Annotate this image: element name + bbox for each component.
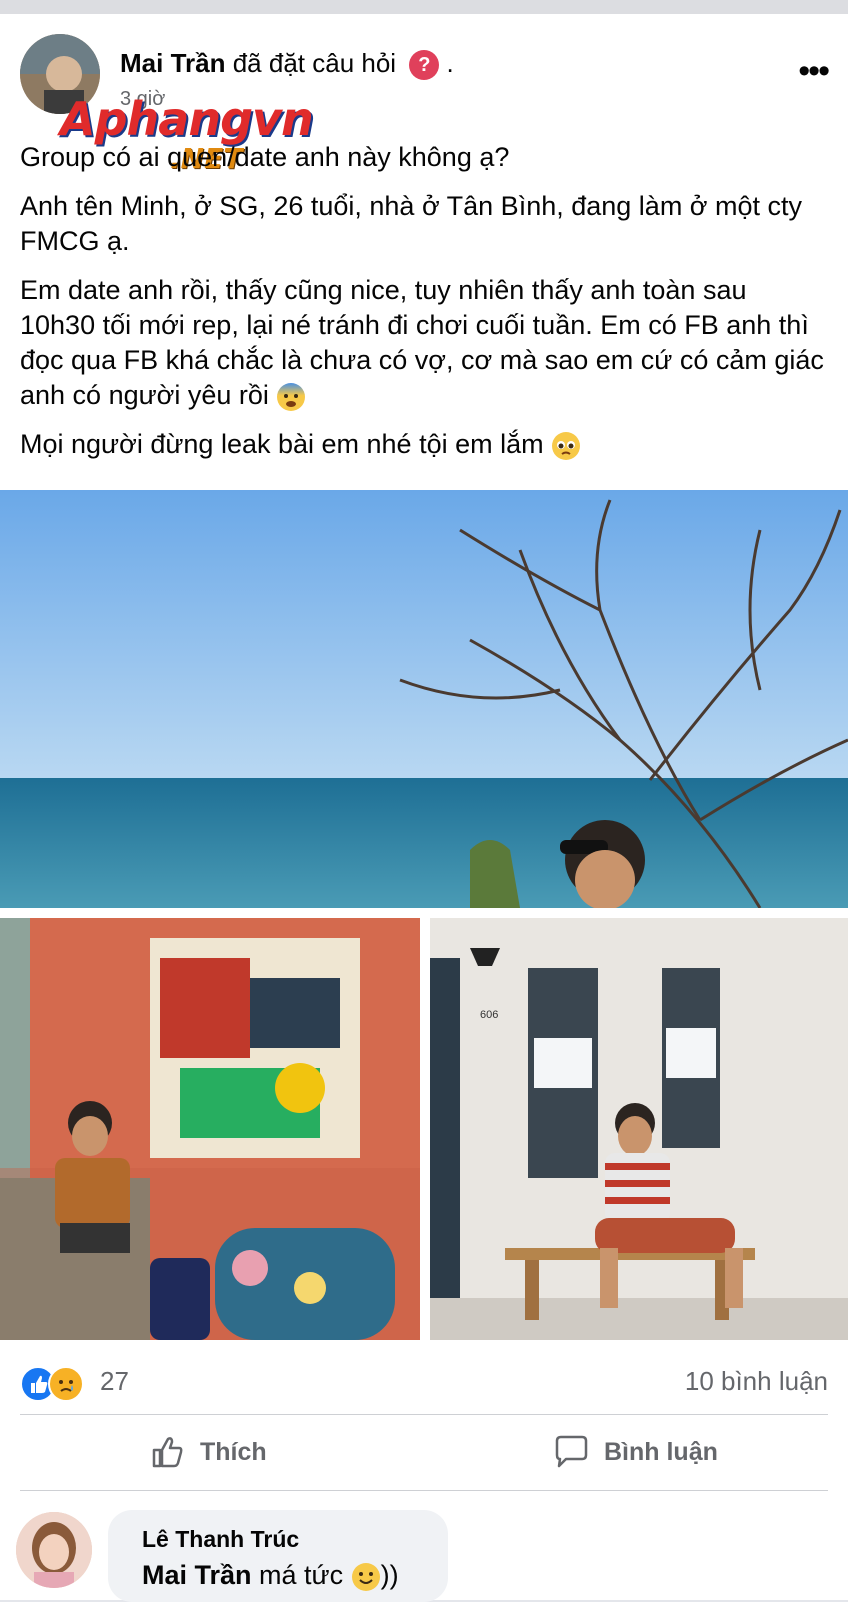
comment-mention[interactable]: Mai Trần: [142, 1560, 252, 1590]
post-paragraph-3: Em date anh rồi, thấy cũng nice, tuy nhi…: [20, 273, 828, 413]
red-room-photo-image: [0, 918, 420, 1340]
sad-icon: [48, 1366, 84, 1402]
facebook-post-screen: Mai Trần đã đặt câu hỏi ? . 3 giờ ••• Ap…: [0, 0, 848, 1602]
question-badge-icon: ?: [409, 50, 440, 81]
watermark-line1: Aphangvn: [60, 92, 314, 146]
sea-photo-image: [0, 490, 848, 908]
photo-red-room[interactable]: [0, 918, 420, 1340]
door-number: 606: [480, 1009, 498, 1021]
post-paragraph-1: Group có ai quen/date anh này không ạ?: [20, 142, 510, 172]
more-options-icon[interactable]: •••: [798, 52, 830, 91]
comment-body: má tức: [259, 1560, 344, 1590]
watermark-logo: Aphangvn .NET: [60, 92, 314, 175]
post-actions: Thích Bình luận: [0, 1416, 848, 1488]
commenter-avatar-image: [16, 1512, 92, 1588]
comment-label: Bình luận: [604, 1437, 718, 1466]
comment-bubble-icon: [555, 1435, 588, 1468]
divider-bottom: [20, 1490, 828, 1491]
comment-item: Lê Thanh Trúc Mai Trần má tức )): [16, 1510, 836, 1602]
comment-suffix: )): [380, 1560, 399, 1590]
post-paragraph-3-text: Em date anh rồi, thấy cũng nice, tuy nhi…: [20, 275, 824, 410]
commenter-avatar[interactable]: [16, 1512, 92, 1588]
thumbs-up-icon: [152, 1437, 183, 1468]
like-label: Thích: [200, 1437, 267, 1466]
photo-grid: 606: [0, 490, 848, 1340]
photo-bench[interactable]: 606: [430, 918, 848, 1340]
comment-button[interactable]: Bình luận: [552, 1416, 718, 1488]
post-paragraph-4: Mọi người đừng leak bài em nhé tội em lắ…: [20, 427, 828, 462]
pleading-face-emoji-icon: [551, 431, 581, 461]
reaction-icons[interactable]: [20, 1366, 90, 1402]
post-header: Mai Trần đã đặt câu hỏi ? . 3 giờ ••• Ap…: [20, 34, 830, 175]
photo-sea-tree[interactable]: [0, 490, 848, 908]
comment-text: Mai Trần má tức )): [142, 1560, 399, 1592]
smiley-emoji-icon: [351, 1562, 381, 1592]
commenter-name[interactable]: Lê Thanh Trúc: [142, 1526, 299, 1553]
divider-top: [20, 1414, 828, 1415]
post-paragraph-2: Anh tên Minh, ở SG, 26 tuổi, nhà ở Tân B…: [20, 191, 803, 256]
anxious-sweat-emoji-icon: [276, 382, 306, 412]
author-name[interactable]: Mai Trần: [120, 48, 225, 78]
trailing-dot: .: [446, 48, 454, 78]
post-content: Group có ai quen/date anh này không ạ? A…: [20, 140, 828, 476]
comment-bubble[interactable]: Lê Thanh Trúc Mai Trần má tức )): [108, 1510, 448, 1602]
post-action-text: đã đặt câu hỏi: [232, 48, 397, 78]
like-button[interactable]: Thích: [148, 1416, 267, 1488]
top-strip: [0, 0, 848, 14]
post-paragraph-4-text: Mọi người đừng leak bài em nhé tội em lắ…: [20, 429, 544, 459]
author-line: Mai Trần đã đặt câu hỏi ? .: [120, 48, 454, 81]
reactions-bar: 27 10 bình luận: [20, 1360, 828, 1404]
reaction-count[interactable]: 27: [100, 1366, 129, 1397]
comments-count[interactable]: 10 bình luận: [685, 1366, 828, 1397]
bench-photo-image: 606: [430, 918, 848, 1340]
